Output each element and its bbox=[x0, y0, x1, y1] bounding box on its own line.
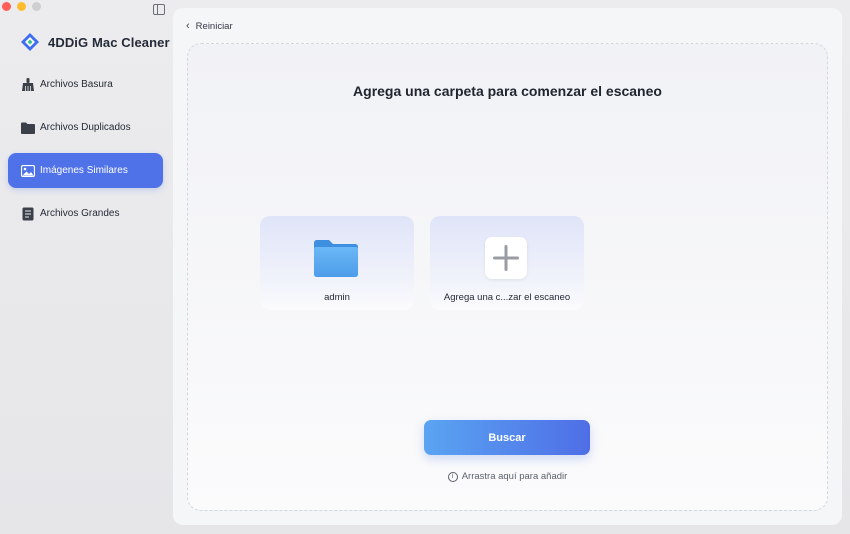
sidebar-item-label: Imágenes Similares bbox=[40, 165, 128, 176]
sidebar-item-label: Archivos Grandes bbox=[40, 208, 120, 219]
window-controls bbox=[0, 2, 41, 11]
card-label: Agrega una c...zar el escaneo bbox=[443, 292, 571, 303]
back-label: Reiniciar bbox=[195, 20, 233, 32]
sidebar-item-label: Archivos Basura bbox=[40, 79, 113, 90]
sidebar-item-label: Archivos Duplicados bbox=[40, 122, 131, 133]
brand: 4DDiG Mac Cleaner bbox=[20, 32, 170, 52]
add-folder-card[interactable]: Agrega una c...zar el escaneo bbox=[430, 216, 584, 310]
app-logo-icon bbox=[21, 33, 39, 51]
card-label: admin bbox=[324, 292, 350, 303]
sidebar-item-archivos-grandes[interactable]: Archivos Grandes bbox=[8, 196, 163, 231]
back-button[interactable]: ‹ Reiniciar bbox=[186, 20, 233, 32]
sidebar-item-archivos-basura[interactable]: Archivos Basura bbox=[8, 67, 163, 102]
add-button[interactable] bbox=[485, 237, 527, 279]
folder-icon bbox=[21, 121, 35, 135]
sidebar-item-imagenes-similares[interactable]: Imágenes Similares bbox=[8, 153, 163, 188]
main-panel: ‹ Reiniciar Agrega una carpeta para come… bbox=[173, 8, 842, 525]
folder-card-admin[interactable]: admin bbox=[260, 216, 414, 310]
zoom-window-button[interactable] bbox=[32, 2, 41, 11]
close-window-button[interactable] bbox=[2, 2, 11, 11]
sidebar-nav: Archivos Basura Archivos Duplicados Imág… bbox=[8, 67, 163, 239]
sidebar-toggle-icon[interactable] bbox=[153, 4, 165, 15]
sidebar-item-archivos-duplicados[interactable]: Archivos Duplicados bbox=[8, 110, 163, 145]
search-button[interactable]: Buscar bbox=[424, 420, 590, 455]
folder-icon bbox=[314, 240, 358, 277]
image-icon bbox=[21, 164, 35, 178]
plus-icon bbox=[493, 245, 519, 271]
app-window: 4DDiG Mac Cleaner Archivos Basura Archiv… bbox=[0, 0, 850, 534]
document-icon bbox=[21, 207, 35, 221]
info-icon: i bbox=[447, 471, 458, 482]
chevron-left-icon: ‹ bbox=[186, 20, 190, 32]
drop-zone[interactable]: Agrega una carpeta para comenzar el esca… bbox=[187, 43, 828, 511]
app-name: 4DDiG Mac Cleaner bbox=[48, 34, 170, 50]
page-title: Agrega una carpeta para comenzar el esca… bbox=[353, 83, 662, 99]
hint-text: Arrastra aquí para añadir bbox=[461, 471, 568, 482]
broom-icon bbox=[21, 78, 35, 92]
minimize-window-button[interactable] bbox=[17, 2, 26, 11]
drag-hint: i Arrastra aquí para añadir bbox=[188, 471, 827, 482]
